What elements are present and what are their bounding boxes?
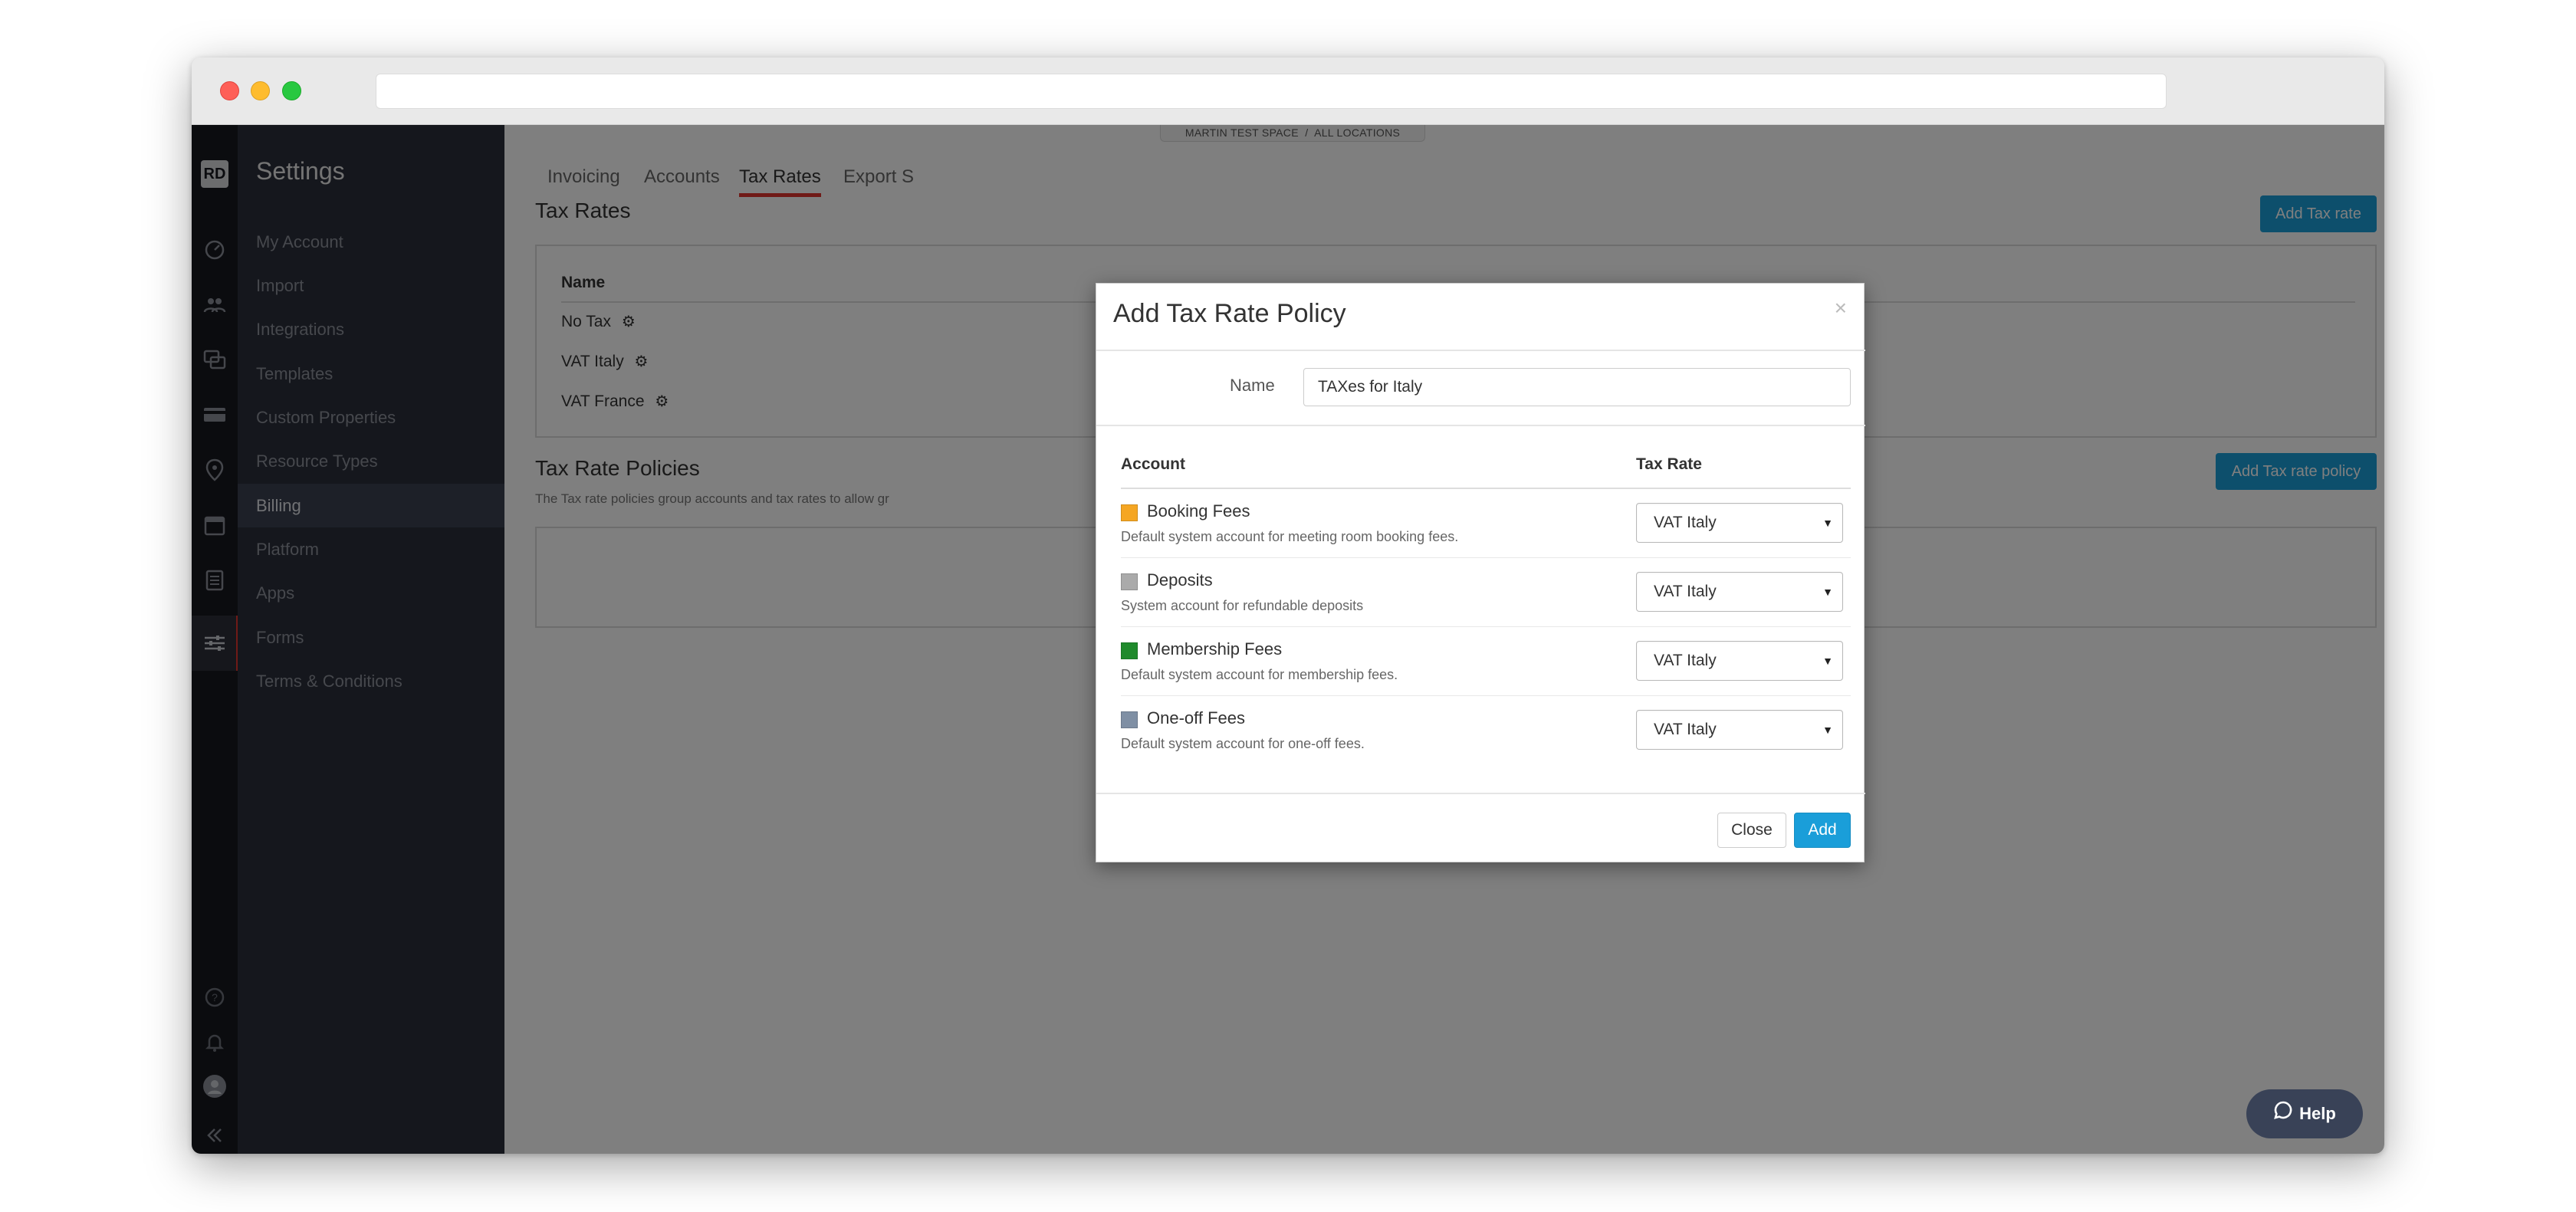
name-divider <box>1096 425 1865 426</box>
add-button[interactable]: Add <box>1794 813 1851 848</box>
help-button[interactable]: Help <box>2246 1089 2363 1138</box>
browser-toolbar <box>192 57 2384 125</box>
close-button[interactable]: Close <box>1717 813 1786 848</box>
modal-title: Add Tax Rate Policy <box>1113 299 1346 328</box>
tax-rate-selected-value: VAT Italy <box>1654 514 1717 531</box>
account-description: Default system account for meeting room … <box>1121 529 1459 544</box>
account-description: System account for refundable deposits <box>1121 598 1364 613</box>
chevron-down-icon: ▼ <box>1822 586 1833 598</box>
tax-rate-select[interactable]: VAT Italy ▼ <box>1636 572 1843 612</box>
account-color-swatch <box>1121 711 1138 728</box>
account-name: One-off Fees <box>1147 708 1245 728</box>
browser-window: RD <box>192 57 2384 1154</box>
account-color-swatch <box>1121 573 1138 590</box>
app: RD <box>192 125 2384 1154</box>
tax-rate-selected-value: VAT Italy <box>1654 721 1717 738</box>
tax-rate-select[interactable]: VAT Italy ▼ <box>1636 710 1843 750</box>
tax-rate-select[interactable]: VAT Italy ▼ <box>1636 503 1843 543</box>
add-tax-rate-policy-modal: Add Tax Rate Policy × Name TAXes for Ita… <box>1096 283 1865 862</box>
chat-bubble-icon <box>2273 1090 2293 1139</box>
address-bar[interactable] <box>376 74 2167 109</box>
screen: RD <box>0 0 2576 1212</box>
account-row-one-off-fees: One-off Fees Default system account for … <box>1121 696 1851 765</box>
tax-rate-selected-value: VAT Italy <box>1654 583 1717 600</box>
maximize-window-button[interactable] <box>282 81 301 100</box>
account-description: Default system account for membership fe… <box>1121 667 1398 682</box>
account-name: Deposits <box>1147 570 1213 590</box>
chevron-down-icon: ▼ <box>1822 724 1833 736</box>
modal-header-divider <box>1096 350 1865 351</box>
tax-rate-select[interactable]: VAT Italy ▼ <box>1636 641 1843 681</box>
help-label: Help <box>2299 1104 2336 1123</box>
name-label: Name <box>1230 376 1275 395</box>
modal-footer-divider <box>1096 793 1865 794</box>
modal-close-icon[interactable]: × <box>1835 296 1847 320</box>
account-row-membership-fees: Membership Fees Default system account f… <box>1121 627 1851 696</box>
minimize-window-button[interactable] <box>251 81 270 100</box>
account-description: Default system account for one-off fees. <box>1121 736 1365 751</box>
account-name: Booking Fees <box>1147 501 1250 521</box>
account-row-booking-fees: Booking Fees Default system account for … <box>1121 489 1851 558</box>
account-name: Membership Fees <box>1147 639 1283 659</box>
chevron-down-icon: ▼ <box>1822 517 1833 529</box>
policy-name-input[interactable]: TAXes for Italy <box>1303 368 1851 406</box>
close-window-button[interactable] <box>220 81 239 100</box>
tax-rate-column-header: Tax Rate <box>1636 455 1702 473</box>
account-row-deposits: Deposits System account for refundable d… <box>1121 558 1851 627</box>
tax-rate-selected-value: VAT Italy <box>1654 652 1717 669</box>
chevron-down-icon: ▼ <box>1822 655 1833 667</box>
account-column-header: Account <box>1121 455 1185 473</box>
account-color-swatch <box>1121 642 1138 659</box>
account-color-swatch <box>1121 504 1138 521</box>
